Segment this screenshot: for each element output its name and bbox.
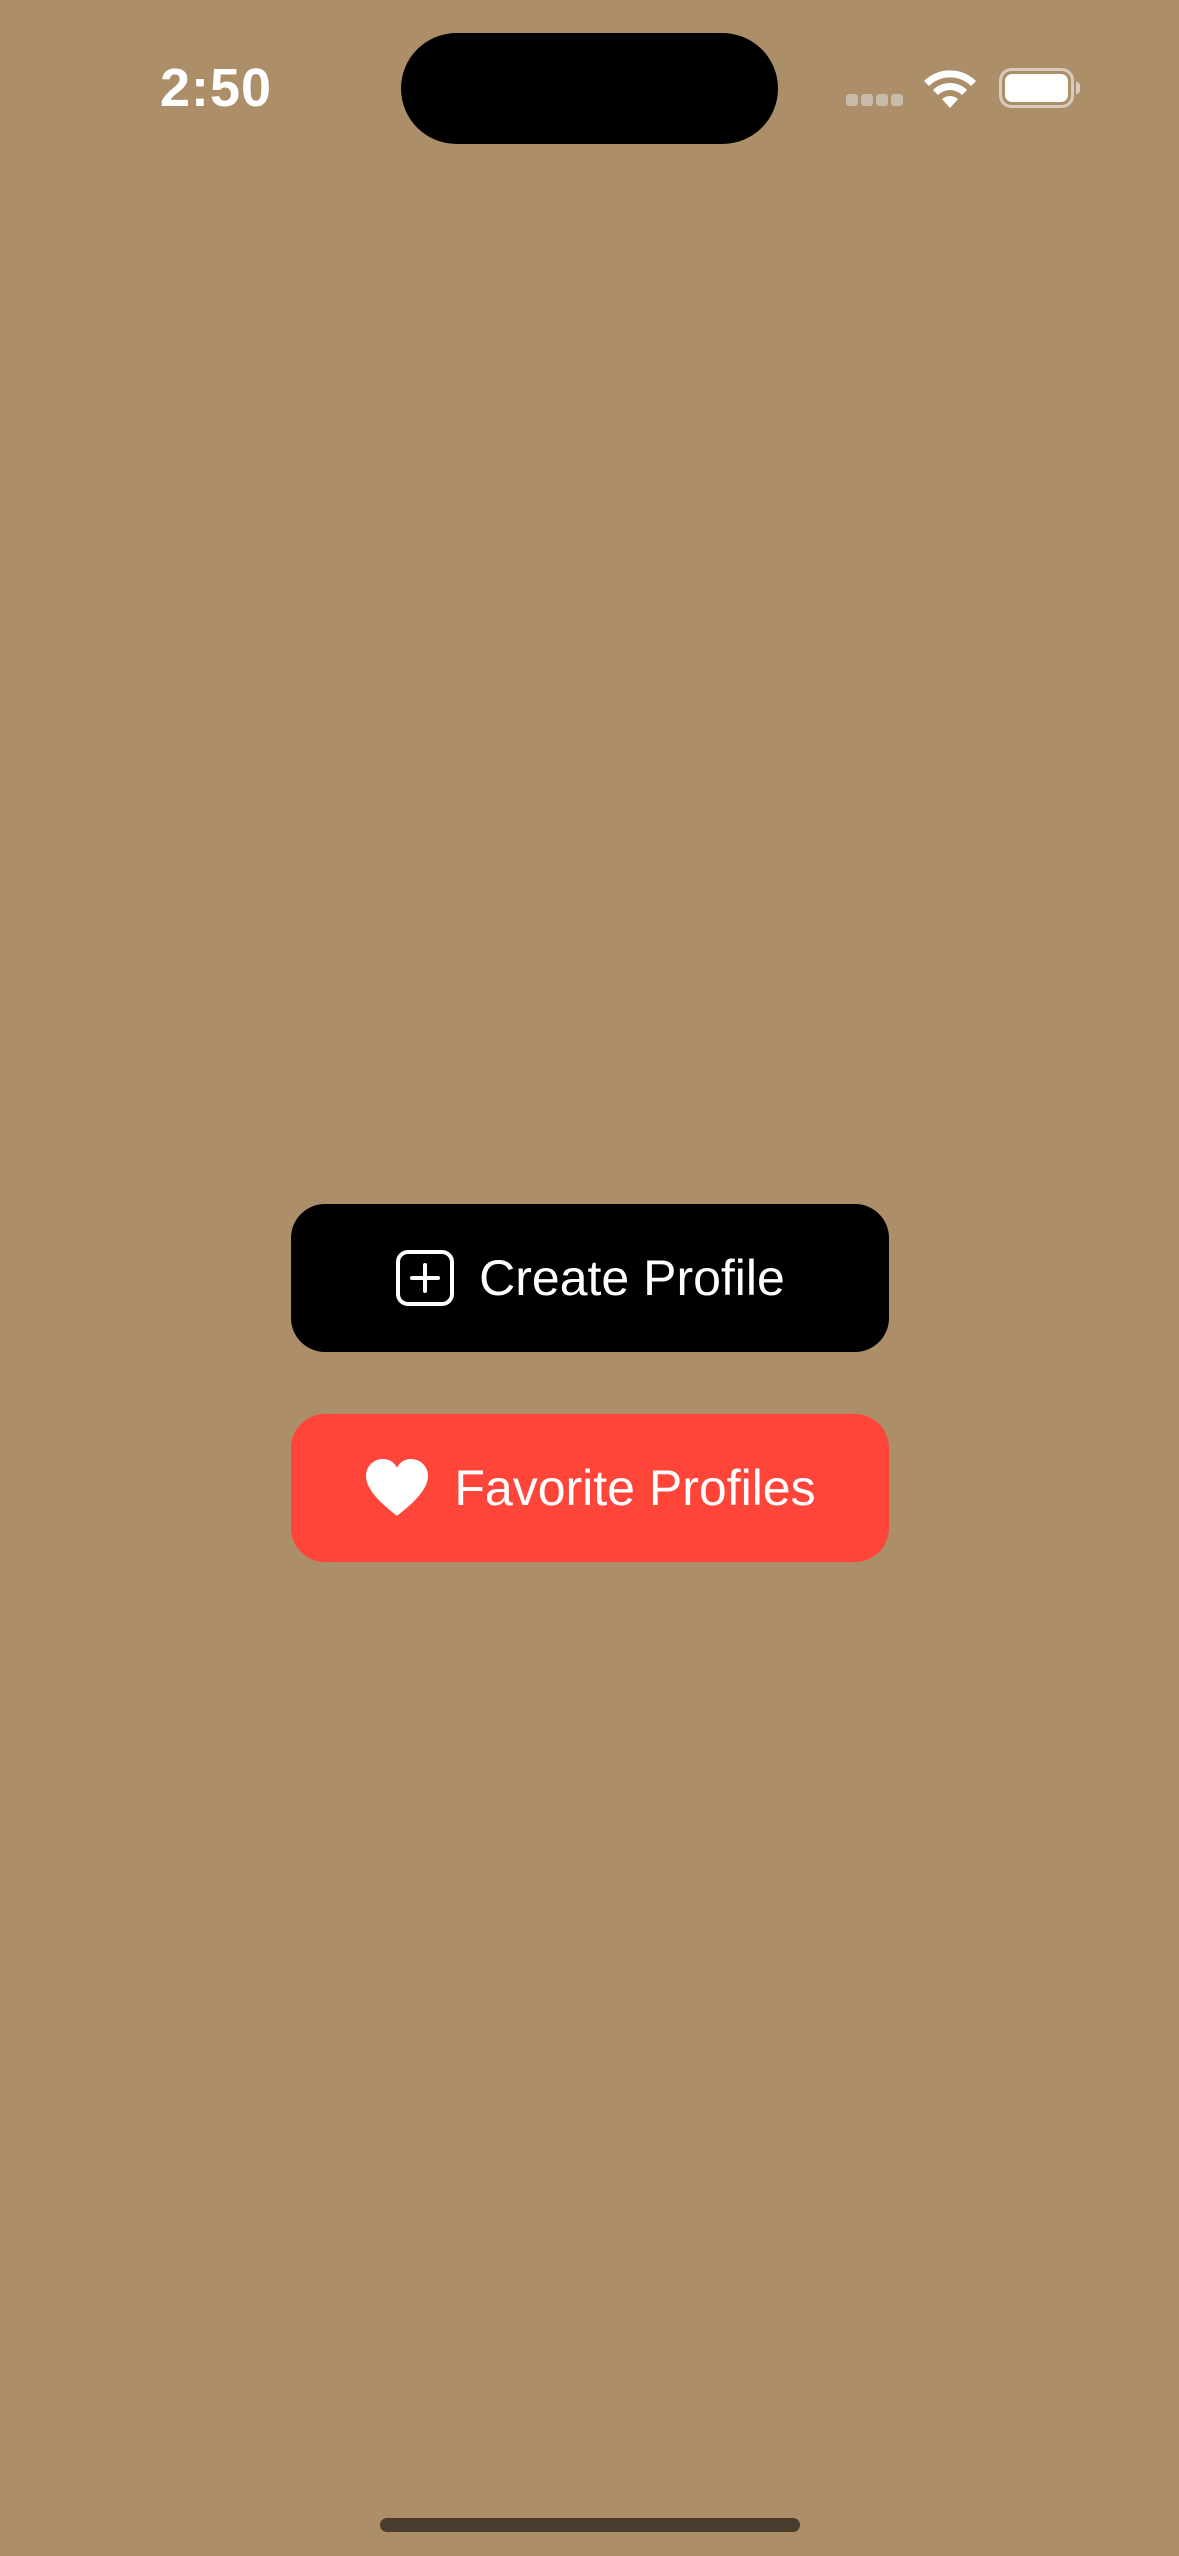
favorite-profiles-label: Favorite Profiles (454, 1460, 816, 1516)
wifi-icon (924, 70, 976, 108)
create-profile-label: Create Profile (479, 1250, 785, 1306)
status-bar-time: 2:50 (160, 58, 273, 118)
dynamic-island (401, 33, 778, 144)
heart-icon (364, 1458, 430, 1518)
app-screen: 2:50 Create Profile Favorite Profiles (0, 0, 1179, 2556)
battery-icon (999, 68, 1080, 108)
plus-square-icon (395, 1249, 455, 1307)
cellular-signal-icon (846, 94, 904, 108)
home-indicator[interactable] (380, 2518, 800, 2532)
create-profile-button[interactable]: Create Profile (291, 1204, 889, 1352)
favorite-profiles-button[interactable]: Favorite Profiles (291, 1414, 889, 1562)
